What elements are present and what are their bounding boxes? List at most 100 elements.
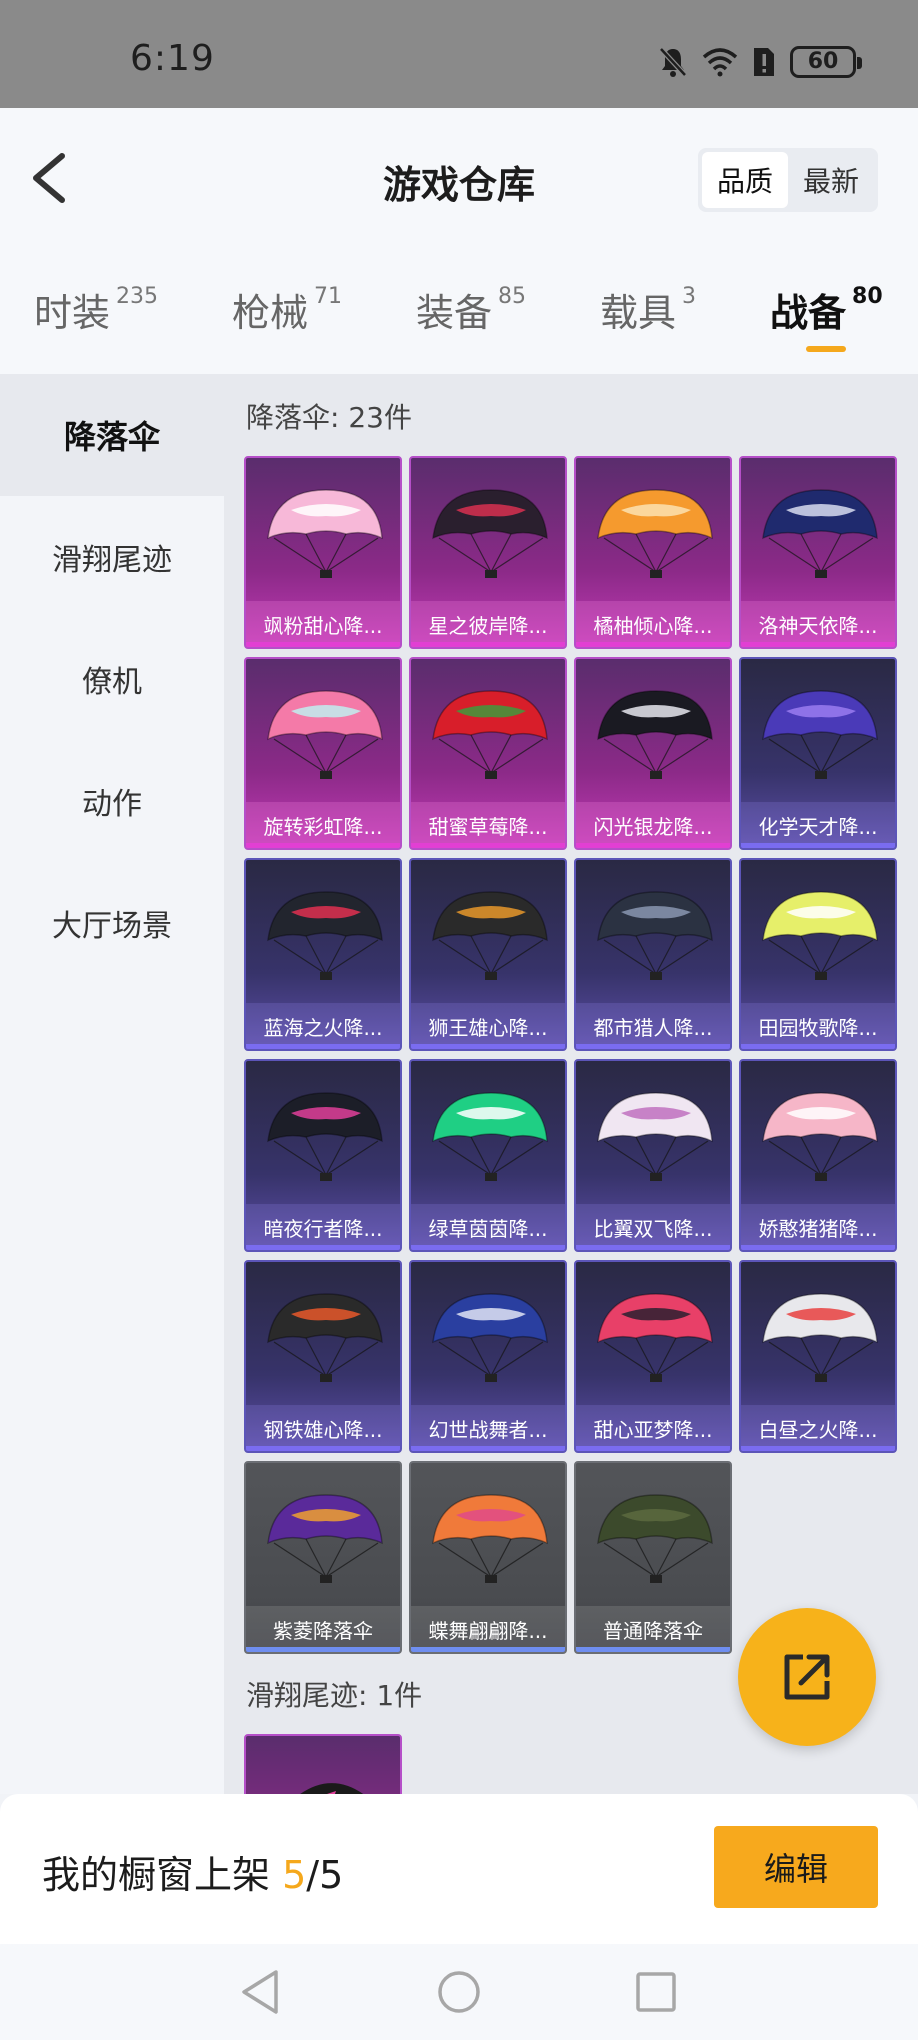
item-card[interactable]: 洛神天依降... <box>739 456 897 649</box>
tab-guns[interactable]: 枪械 71 <box>232 282 342 342</box>
item-name: 钢铁雄心降... <box>246 1405 400 1451</box>
status-time: 6:19 <box>130 38 215 79</box>
item-card[interactable]: 田园牧歌降... <box>739 858 897 1051</box>
sidebar-item-emotes[interactable]: 动作 <box>0 740 224 862</box>
item-card[interactable] <box>244 1734 402 1794</box>
parachute-image <box>432 1293 548 1382</box>
parachute-image <box>762 1092 878 1181</box>
nav-home-icon[interactable] <box>433 1966 485 2018</box>
item-card[interactable]: 蓝海之火降... <box>244 858 402 1051</box>
back-arrow-icon[interactable] <box>26 148 76 208</box>
item-card[interactable]: 旋转彩虹降... <box>244 657 402 850</box>
tab-readiness[interactable]: 战备 80 <box>770 282 883 342</box>
parachute-image <box>432 1494 548 1583</box>
parachute-image <box>597 1293 713 1382</box>
item-card[interactable]: 飒粉甜心降... <box>244 456 402 649</box>
item-card[interactable]: 狮王雄心降... <box>409 858 567 1051</box>
sidebar: 降落伞 滑翔尾迹 僚机 动作 大厅场景 <box>0 374 224 1794</box>
rarity-bar <box>741 843 895 848</box>
sidebar-item-wingman[interactable]: 僚机 <box>0 618 224 740</box>
rarity-bar <box>576 1446 730 1451</box>
item-name: 白昼之火降... <box>741 1405 895 1451</box>
showcase-status: 我的橱窗上架 5/5 <box>42 1844 343 1899</box>
section-title-parachute: 降落伞: 23件 <box>246 401 412 434</box>
parachute-image <box>432 891 548 980</box>
parachute-image <box>597 489 713 578</box>
edit-button[interactable]: 编辑 <box>714 1826 878 1908</box>
rarity-bar <box>411 1446 565 1451</box>
sidebar-item-lobby-scene[interactable]: 大厅场景 <box>0 862 224 984</box>
item-name: 闪光银龙降... <box>576 802 730 848</box>
tab-count: 80 <box>852 284 883 309</box>
category-tabs: 时装 235 枪械 71 装备 85 载具 3 战备 80 <box>0 228 918 374</box>
item-card[interactable]: 娇憨猪猪降... <box>739 1059 897 1252</box>
rarity-bar <box>246 1044 400 1049</box>
parachute-image <box>267 1494 383 1583</box>
rarity-bar <box>741 1446 895 1451</box>
item-name: 狮王雄心降... <box>411 1003 565 1049</box>
tab-count: 85 <box>498 284 527 309</box>
item-card[interactable]: 星之彼岸降... <box>409 456 567 649</box>
sort-toggle: 品质 最新 <box>698 148 878 212</box>
tab-label: 时装 <box>34 291 111 335</box>
item-name: 绿草茵茵降... <box>411 1204 565 1250</box>
nav-recents-icon[interactable] <box>630 1966 682 2018</box>
item-card[interactable]: 橘柚倾心降... <box>574 456 732 649</box>
rarity-bar <box>246 1245 400 1250</box>
tab-count: 3 <box>682 284 697 309</box>
parachute-image <box>762 690 878 779</box>
tab-equipment[interactable]: 装备 85 <box>416 282 526 342</box>
item-name: 娇憨猪猪降... <box>741 1204 895 1250</box>
rarity-bar <box>576 1044 730 1049</box>
rarity-bar <box>411 1647 565 1652</box>
rarity-bar <box>411 1044 565 1049</box>
sort-by-quality[interactable]: 品质 <box>702 152 788 208</box>
item-card[interactable]: 普通降落伞 <box>574 1461 732 1654</box>
item-card[interactable]: 绿草茵茵降... <box>409 1059 567 1252</box>
parachute-image <box>762 1293 878 1382</box>
item-card[interactable]: 蝶舞翩翩降... <box>409 1461 567 1654</box>
rarity-bar <box>741 1245 895 1250</box>
parachute-image <box>762 489 878 578</box>
item-card[interactable]: 化学天才降... <box>739 657 897 850</box>
parachute-image <box>432 690 548 779</box>
active-tab-indicator <box>806 346 846 352</box>
system-nav-bar <box>0 1944 918 2040</box>
item-card[interactable]: 闪光银龙降... <box>574 657 732 850</box>
item-card[interactable]: 甜蜜草莓降... <box>409 657 567 850</box>
item-name: 化学天才降... <box>741 802 895 848</box>
rarity-bar <box>741 642 895 647</box>
item-card[interactable]: 甜心亚梦降... <box>574 1260 732 1453</box>
item-name: 蓝海之火降... <box>246 1003 400 1049</box>
tab-fashion[interactable]: 时装 235 <box>34 282 158 342</box>
item-name: 洛神天依降... <box>741 601 895 647</box>
wifi-icon <box>702 48 738 77</box>
item-name: 幻世战舞者... <box>411 1405 565 1451</box>
item-card[interactable]: 幻世战舞者... <box>409 1260 567 1453</box>
parachute-image <box>597 690 713 779</box>
share-button[interactable] <box>738 1608 876 1746</box>
sidebar-item-glide-trail[interactable]: 滑翔尾迹 <box>0 496 224 618</box>
showcase-total: /5 <box>306 1853 344 1897</box>
item-card[interactable]: 钢铁雄心降... <box>244 1260 402 1453</box>
sidebar-item-parachute[interactable]: 降落伞 <box>0 374 224 496</box>
item-card[interactable]: 比翼双飞降... <box>574 1059 732 1252</box>
item-card[interactable]: 紫菱降落伞 <box>244 1461 402 1654</box>
item-card[interactable]: 都市猎人降... <box>574 858 732 1051</box>
item-name: 蝶舞翩翩降... <box>411 1606 565 1652</box>
rarity-bar <box>576 1245 730 1250</box>
tab-vehicles[interactable]: 载具 3 <box>600 282 696 342</box>
sort-by-newest[interactable]: 最新 <box>788 152 874 208</box>
status-icons: 60 <box>658 44 862 80</box>
item-name: 橘柚倾心降... <box>576 601 730 647</box>
item-card[interactable]: 暗夜行者降... <box>244 1059 402 1252</box>
rarity-bar <box>576 642 730 647</box>
item-name: 紫菱降落伞 <box>246 1606 400 1652</box>
item-card[interactable]: 白昼之火降... <box>739 1260 897 1453</box>
tab-label: 装备 <box>416 291 493 335</box>
rarity-bar <box>741 1044 895 1049</box>
tab-label: 枪械 <box>232 291 309 335</box>
item-name: 飒粉甜心降... <box>246 601 400 647</box>
nav-back-icon[interactable] <box>236 1966 288 2018</box>
parachute-image <box>597 891 713 980</box>
